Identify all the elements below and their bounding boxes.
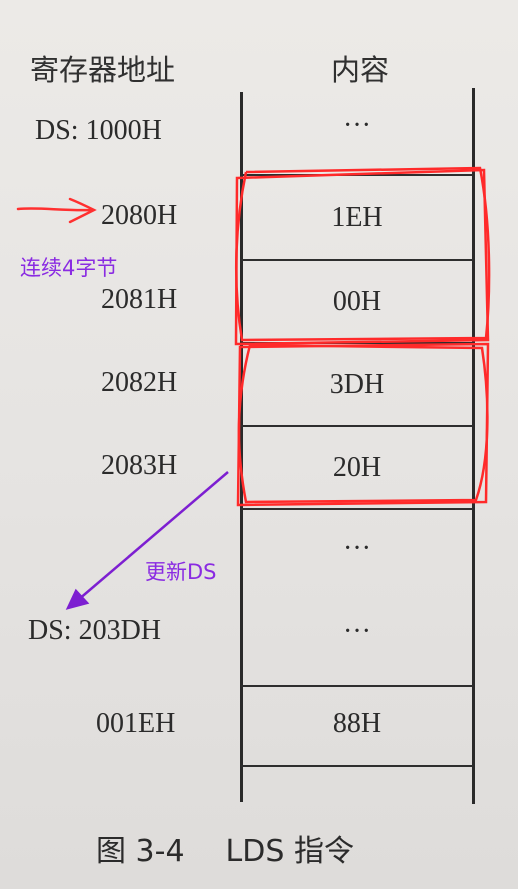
row-divider <box>241 174 473 176</box>
annotation-update-ds: 更新DS <box>145 560 217 584</box>
purple-arrow-icon <box>65 471 229 610</box>
figure-title: LDS 指令 <box>225 834 354 869</box>
address-label: DS: 203DH <box>28 615 162 646</box>
annotation-consecutive-bytes: 连续4字节 <box>20 256 118 280</box>
address-label: 2082H <box>101 367 178 398</box>
address-label: 2080H <box>101 200 178 231</box>
row-divider <box>241 425 473 427</box>
memory-cell-content: 88H <box>332 708 382 739</box>
red-arrow-icon <box>16 197 97 224</box>
memory-cell-content: 1EH <box>331 202 383 233</box>
memory-cell-content: 3DH <box>329 369 385 400</box>
address-column-header: 寄存器地址 <box>30 53 176 87</box>
row-divider <box>241 342 473 344</box>
row-divider <box>241 685 473 687</box>
figure-number: 图 3-4 <box>96 834 185 869</box>
memory-cell-content: ··· <box>343 533 371 564</box>
figure-caption: 图 3-4 LDS 指令 <box>96 826 354 870</box>
table-left-border <box>240 92 243 802</box>
row-divider <box>241 765 473 767</box>
table-right-border <box>472 88 475 804</box>
memory-cell-content: ··· <box>343 110 371 141</box>
address-label: 2081H <box>101 284 178 315</box>
row-divider <box>241 508 473 510</box>
address-label: 2083H <box>101 450 178 481</box>
row-divider <box>241 259 473 261</box>
memory-cell-content: 00H <box>332 286 382 317</box>
content-column-header: 内容 <box>331 53 390 87</box>
memory-cell-content: 20H <box>332 452 382 483</box>
memory-cell-content: ··· <box>343 616 371 647</box>
address-label: DS: 1000H <box>35 115 162 146</box>
address-label: 001EH <box>96 708 176 739</box>
